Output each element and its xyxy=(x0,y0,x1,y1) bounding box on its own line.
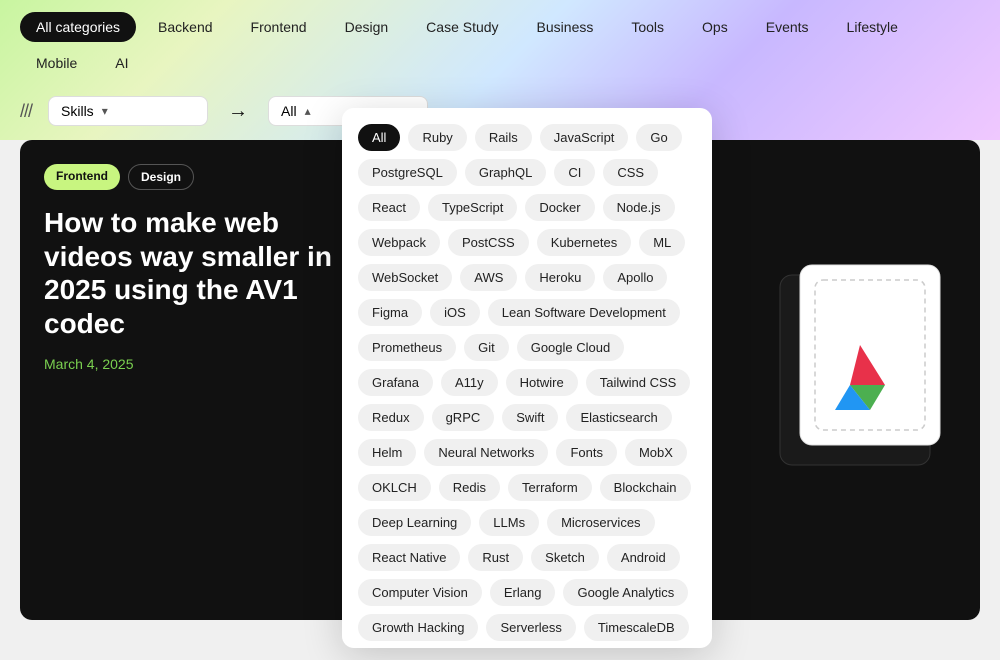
skill-tag-serverless[interactable]: Serverless xyxy=(486,614,575,641)
skill-tag-oklch[interactable]: OKLCH xyxy=(358,474,431,501)
skill-tag-computer-vision[interactable]: Computer Vision xyxy=(358,579,482,606)
skill-tag-git[interactable]: Git xyxy=(464,334,509,361)
top-nav: All categories Backend Frontend Design C… xyxy=(0,0,1000,90)
skill-tag-redux[interactable]: Redux xyxy=(358,404,424,431)
skills-dropdown[interactable]: Skills ▾ xyxy=(48,96,208,126)
skill-tag-llms[interactable]: LLMs xyxy=(479,509,539,536)
nav-business[interactable]: Business xyxy=(521,12,610,42)
article-illustration xyxy=(760,255,960,505)
skill-tag-grafana[interactable]: Grafana xyxy=(358,369,433,396)
skill-tag-ci[interactable]: CI xyxy=(554,159,595,186)
skill-tag-hotwire[interactable]: Hotwire xyxy=(506,369,578,396)
nav-tools[interactable]: Tools xyxy=(615,12,680,42)
skill-tag-kubernetes[interactable]: Kubernetes xyxy=(537,229,632,256)
skill-tag-heroku[interactable]: Heroku xyxy=(525,264,595,291)
skill-tag-blockchain[interactable]: Blockchain xyxy=(600,474,691,501)
skill-tag-apollo[interactable]: Apollo xyxy=(603,264,667,291)
chevron-down-icon: ▾ xyxy=(102,104,108,118)
skill-tag-android[interactable]: Android xyxy=(607,544,680,571)
skill-tag-postcss[interactable]: PostCSS xyxy=(448,229,529,256)
nav-all-categories[interactable]: All categories xyxy=(20,12,136,42)
nav-events[interactable]: Events xyxy=(750,12,825,42)
skill-tag-all[interactable]: All xyxy=(358,124,400,151)
skill-tag-tailwind-css[interactable]: Tailwind CSS xyxy=(586,369,691,396)
skill-tag-javascript[interactable]: JavaScript xyxy=(540,124,629,151)
article-title: How to make web videos way smaller in 20… xyxy=(44,206,344,340)
all-filter-label: All xyxy=(281,103,297,119)
nav-mobile[interactable]: Mobile xyxy=(20,48,93,78)
skill-tag-node.js[interactable]: Node.js xyxy=(603,194,675,221)
skill-tag-swift[interactable]: Swift xyxy=(502,404,558,431)
skill-tag-google-cloud[interactable]: Google Cloud xyxy=(517,334,625,361)
skill-tag-rails[interactable]: Rails xyxy=(475,124,532,151)
skill-tags-container: All Ruby Rails JavaScript Go PostgreSQL GraphQ… xyxy=(358,124,696,648)
skills-dropdown-panel: All Ruby Rails JavaScript Go PostgreSQL GraphQ… xyxy=(342,108,712,648)
skill-tag-helm[interactable]: Helm xyxy=(358,439,416,466)
nav-frontend[interactable]: Frontend xyxy=(235,12,323,42)
skill-tag-erlang[interactable]: Erlang xyxy=(490,579,556,606)
skill-tag-a11y[interactable]: A11y xyxy=(441,369,498,396)
arrow-right-icon: → xyxy=(228,100,248,123)
skill-tag-typescript[interactable]: TypeScript xyxy=(428,194,517,221)
skill-tag-websocket[interactable]: WebSocket xyxy=(358,264,452,291)
skill-tag-rust[interactable]: Rust xyxy=(468,544,523,571)
skill-tag-figma[interactable]: Figma xyxy=(358,299,422,326)
skill-tag-react[interactable]: React xyxy=(358,194,420,221)
skill-tag-webpack[interactable]: Webpack xyxy=(358,229,440,256)
nav-design[interactable]: Design xyxy=(329,12,405,42)
nav-lifestyle[interactable]: Lifestyle xyxy=(831,12,914,42)
nav-ops[interactable]: Ops xyxy=(686,12,744,42)
skill-tag-prometheus[interactable]: Prometheus xyxy=(358,334,456,361)
skill-tag-timescaledb[interactable]: TimescaleDB xyxy=(584,614,689,641)
logo-icon: /// xyxy=(20,101,32,122)
tag-frontend[interactable]: Frontend xyxy=(44,164,120,190)
skill-tag-docker[interactable]: Docker xyxy=(525,194,594,221)
skill-tag-fonts[interactable]: Fonts xyxy=(556,439,617,466)
skill-tag-ml[interactable]: ML xyxy=(639,229,685,256)
skills-label: Skills xyxy=(61,103,94,119)
skill-tag-deep-learning[interactable]: Deep Learning xyxy=(358,509,471,536)
skill-tag-terraform[interactable]: Terraform xyxy=(508,474,592,501)
skill-tag-css[interactable]: CSS xyxy=(603,159,658,186)
skill-tag-aws[interactable]: AWS xyxy=(460,264,517,291)
article-visual xyxy=(760,255,960,505)
skill-tag-ruby[interactable]: Ruby xyxy=(408,124,466,151)
nav-ai[interactable]: AI xyxy=(99,48,144,78)
skill-tag-grpc[interactable]: gRPC xyxy=(432,404,495,431)
skill-tag-ios[interactable]: iOS xyxy=(430,299,480,326)
nav-case-study[interactable]: Case Study xyxy=(410,12,514,42)
skill-tag-graphql[interactable]: GraphQL xyxy=(465,159,546,186)
skill-tag-neural-networks[interactable]: Neural Networks xyxy=(424,439,548,466)
skill-tag-sketch[interactable]: Sketch xyxy=(531,544,599,571)
tag-design[interactable]: Design xyxy=(128,164,194,190)
skill-tag-microservices[interactable]: Microservices xyxy=(547,509,654,536)
skill-tag-mobx[interactable]: MobX xyxy=(625,439,687,466)
skill-tag-postgresql[interactable]: PostgreSQL xyxy=(358,159,457,186)
skill-tag-go[interactable]: Go xyxy=(636,124,681,151)
chevron-up-icon: ▴ xyxy=(305,104,311,118)
skill-tag-google-analytics[interactable]: Google Analytics xyxy=(563,579,688,606)
skill-tag-redis[interactable]: Redis xyxy=(439,474,500,501)
skill-tag-react-native[interactable]: React Native xyxy=(358,544,460,571)
skill-tag-lean-software-development[interactable]: Lean Software Development xyxy=(488,299,680,326)
nav-backend[interactable]: Backend xyxy=(142,12,228,42)
skill-tag-elasticsearch[interactable]: Elasticsearch xyxy=(566,404,671,431)
skill-tag-growth-hacking[interactable]: Growth Hacking xyxy=(358,614,478,641)
